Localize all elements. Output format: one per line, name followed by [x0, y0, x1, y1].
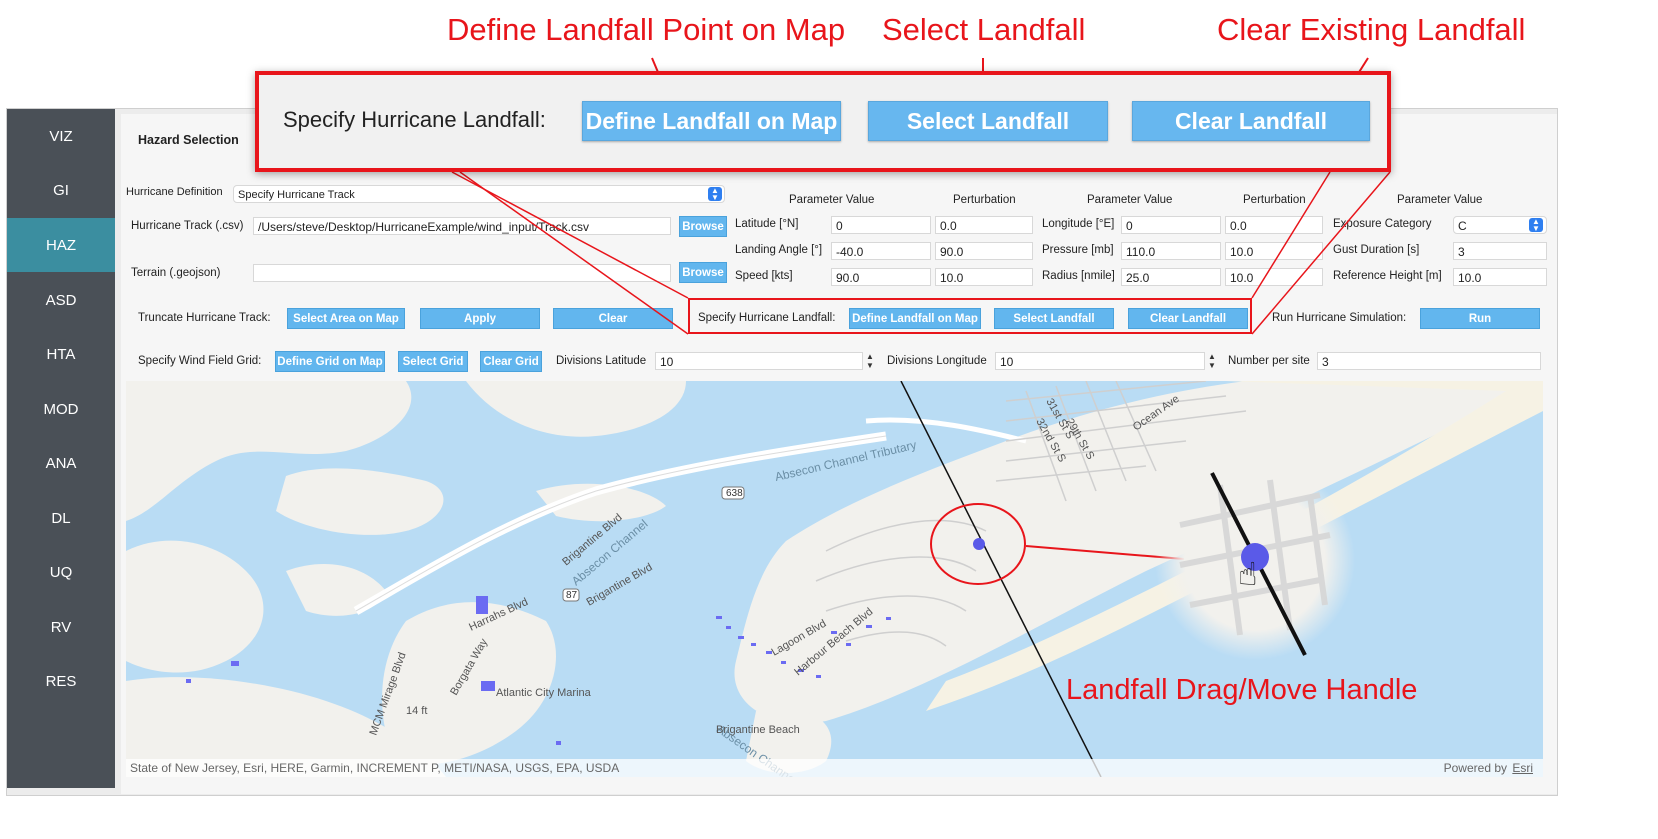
callout-label: Specify Hurricane Landfall:: [283, 107, 546, 132]
magnified-handle-view: ☝: [1155, 460, 1355, 660]
annotation-drag-handle: Landfall Drag/Move Handle: [1066, 674, 1418, 706]
callout-clear-landfall-button[interactable]: Clear Landfall: [1132, 101, 1370, 141]
landfall-callout: Specify Hurricane Landfall: Define Landf…: [255, 71, 1391, 172]
hand-cursor-icon: ☝: [1238, 555, 1257, 593]
callout-define-landfall-button[interactable]: Define Landfall on Map: [582, 101, 841, 141]
callout-select-landfall-button[interactable]: Select Landfall: [868, 101, 1108, 141]
